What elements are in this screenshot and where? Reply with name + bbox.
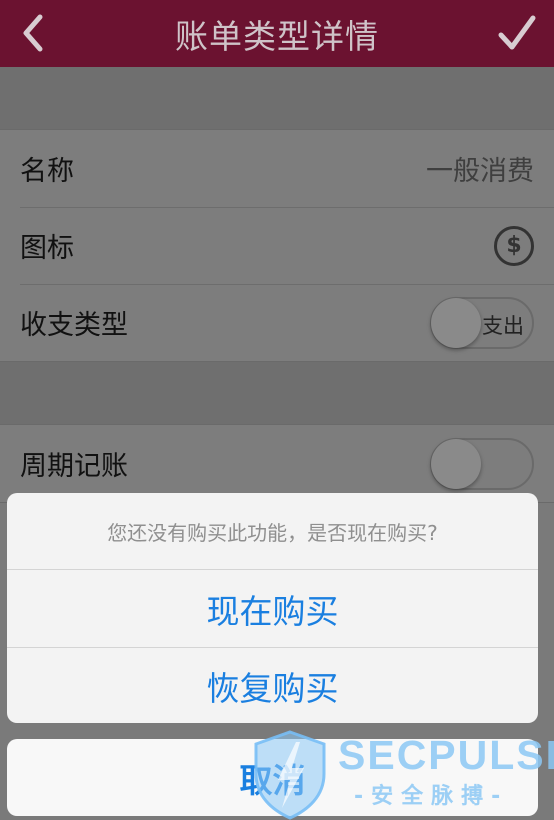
- dollar-icon[interactable]: $: [494, 225, 534, 266]
- type-row: 收支类型 支出: [0, 284, 554, 361]
- icon-label: 图标: [20, 233, 74, 264]
- dollar-symbol: $: [506, 233, 522, 258]
- confirm-button[interactable]: [492, 6, 542, 60]
- recurring-label: 周期记账: [20, 451, 128, 482]
- section-spacer: [0, 67, 554, 129]
- type-toggle-text: 支出: [482, 313, 524, 338]
- basic-info-group: 名称 一般消费 图标 $ 收支类型 支出: [0, 129, 554, 362]
- chevron-left-icon: [23, 14, 43, 52]
- recurring-group: 周期记账: [0, 424, 554, 503]
- nav-bar: 账单类型详情: [0, 0, 554, 67]
- action-sheet-message: 您还没有购买此功能，是否现在购买?: [7, 493, 538, 570]
- toggle-knob: [431, 438, 481, 489]
- toggle-knob: [431, 297, 481, 348]
- type-toggle[interactable]: 支出: [430, 296, 534, 349]
- name-row[interactable]: 名称 一般消费: [0, 130, 554, 207]
- icon-row[interactable]: 图标 $: [0, 207, 554, 284]
- recurring-toggle[interactable]: [430, 437, 534, 490]
- restore-purchase-button[interactable]: 恢复购买: [7, 647, 538, 723]
- section-spacer: [0, 362, 554, 424]
- cancel-button[interactable]: 取消: [7, 739, 538, 816]
- recurring-row: 周期记账: [0, 425, 554, 502]
- buy-now-button[interactable]: 现在购买: [7, 570, 538, 647]
- type-label: 收支类型: [20, 310, 128, 341]
- name-value: 一般消费: [426, 156, 534, 187]
- action-sheet: 您还没有购买此功能，是否现在购买? 现在购买 恢复购买: [7, 493, 538, 723]
- back-button[interactable]: [8, 8, 58, 58]
- page-title: 账单类型详情: [175, 16, 379, 56]
- name-label: 名称: [20, 156, 74, 187]
- checkmark-icon: [498, 15, 536, 50]
